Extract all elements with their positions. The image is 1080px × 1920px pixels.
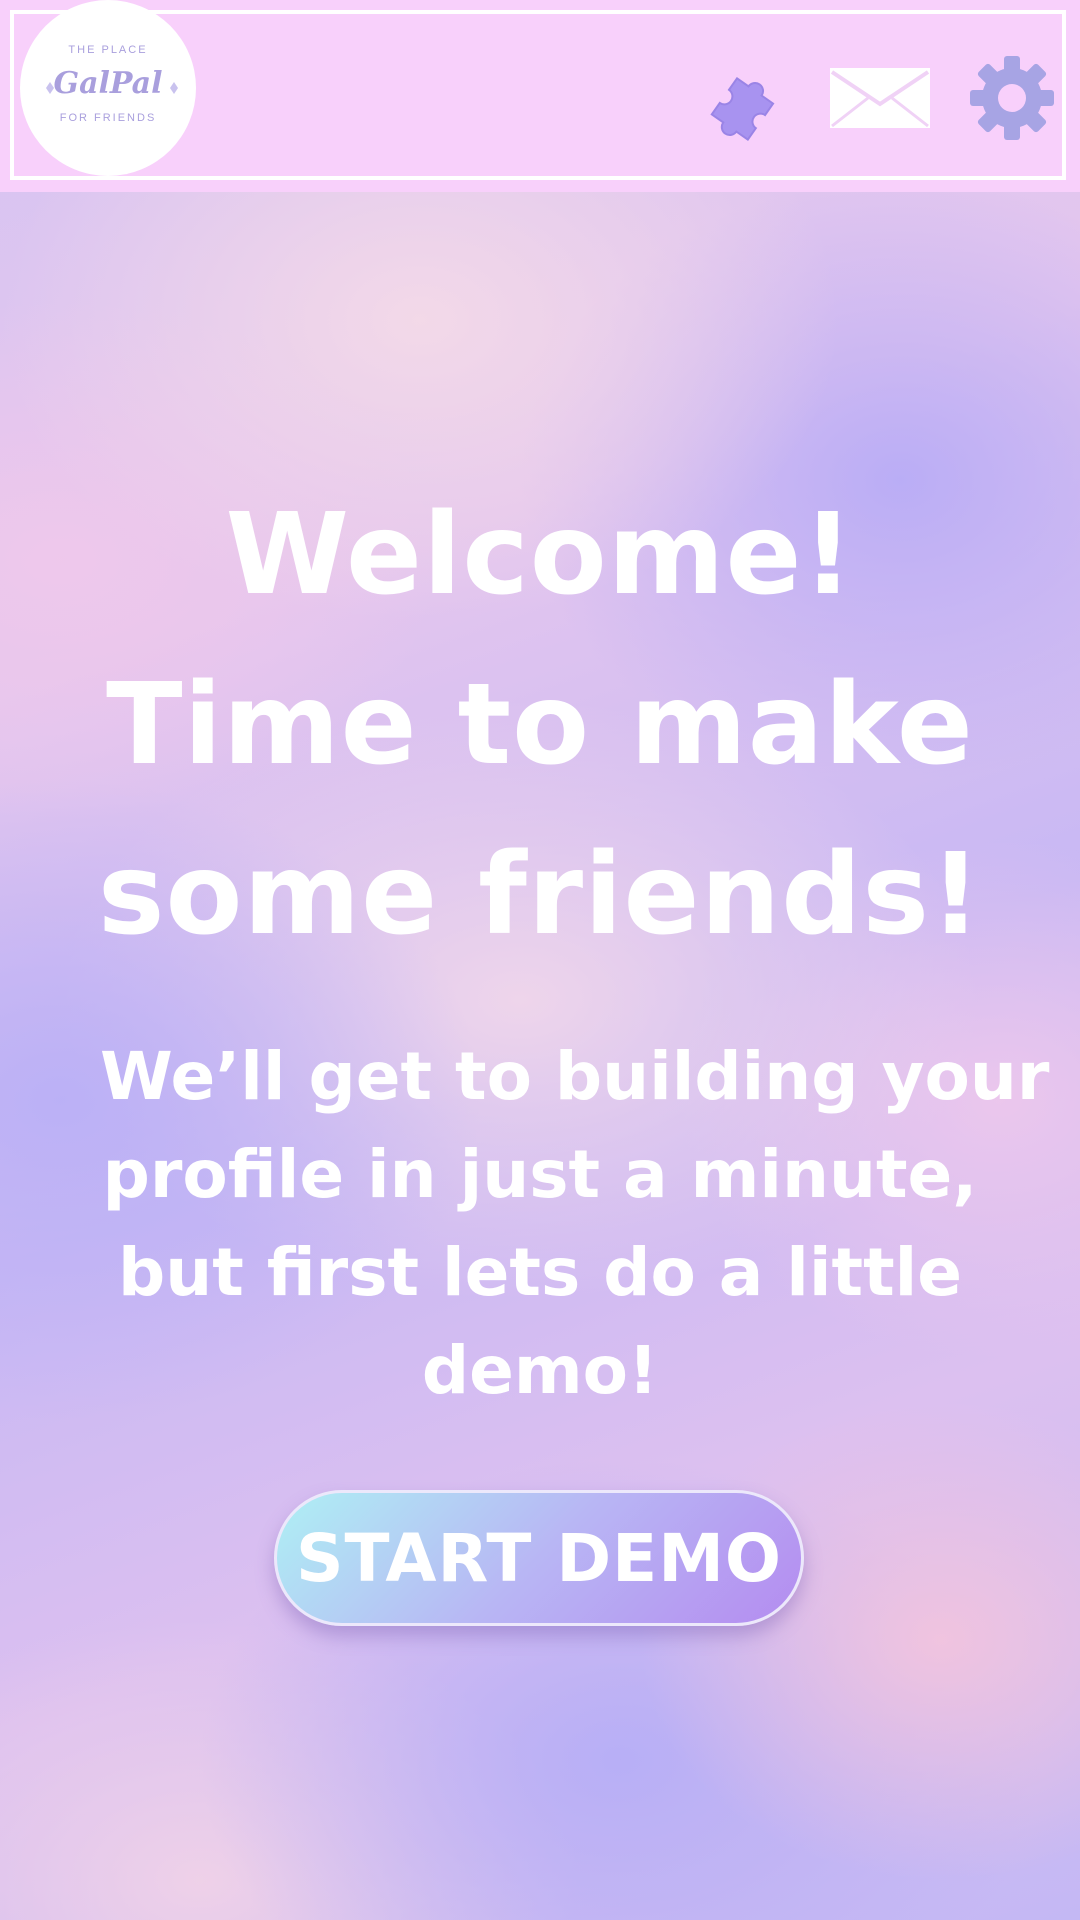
start-demo-label: START DEMO [295, 1519, 783, 1597]
subtext-line-4: demo! [421, 1332, 659, 1409]
puzzle-icon[interactable] [700, 60, 796, 156]
start-demo-button[interactable]: START DEMO [274, 1490, 804, 1626]
headline-line-2: Time to make [106, 660, 974, 790]
mail-icon[interactable] [828, 66, 932, 130]
subtext-line-3: but first lets do a little [117, 1234, 963, 1311]
galpal-logo[interactable]: THE PLACE GalPal FOR FRIENDS [20, 0, 196, 176]
gear-icon[interactable] [968, 54, 1056, 142]
logo-tagline-bottom: FOR FRIENDS [59, 112, 157, 124]
welcome-headline: Welcome! Time to make some friends! [0, 470, 1080, 980]
headline-line-1: Welcome! [225, 490, 855, 620]
subtext-line-2: profile in just a minute, [102, 1136, 978, 1213]
subtext-line-1: We’ll get to building your [100, 1038, 1050, 1115]
app-header: THE PLACE GalPal FOR FRIENDS [0, 0, 1080, 192]
logo-tagline-top: THE PLACE [68, 44, 148, 56]
headline-line-3: some friends! [97, 830, 983, 960]
intro-subtext: We’ll get to building your profile in ju… [100, 1028, 1050, 1420]
logo-brand: GalPal [53, 66, 163, 101]
